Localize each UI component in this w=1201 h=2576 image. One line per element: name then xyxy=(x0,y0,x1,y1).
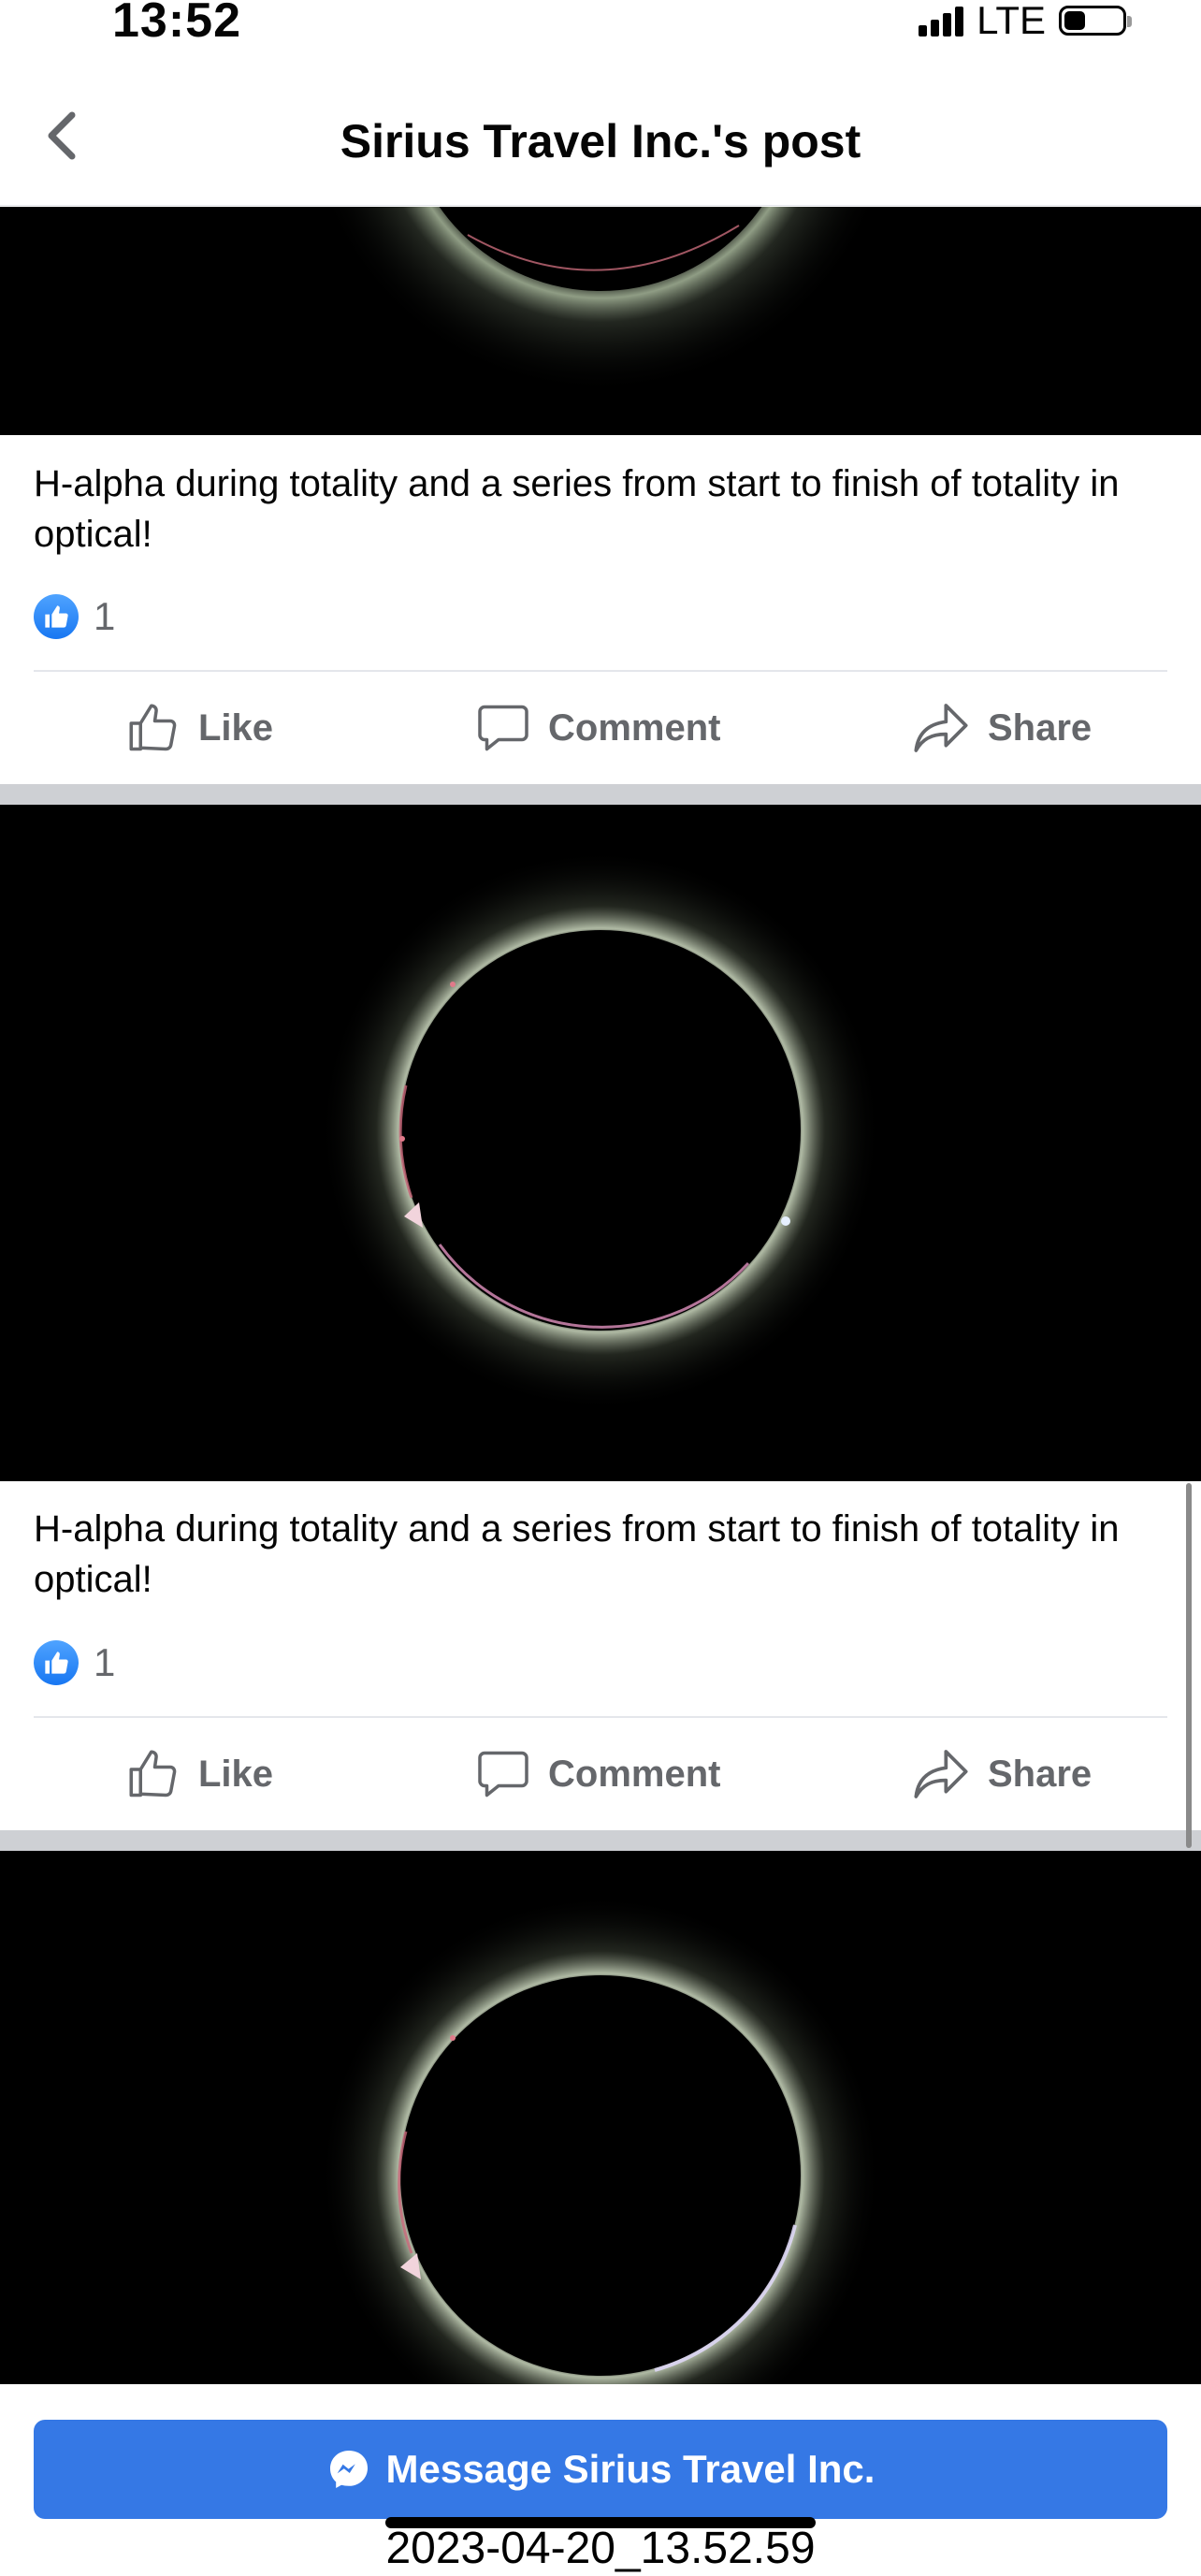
comment-icon xyxy=(478,1751,528,1797)
post-caption: H-alpha during totality and a series fro… xyxy=(34,463,1120,555)
battery-icon xyxy=(1059,6,1132,36)
reactions-summary[interactable]: 1 xyxy=(34,1639,115,1686)
like-label: Like xyxy=(198,706,274,749)
like-button[interactable]: Like xyxy=(125,1718,273,1830)
share-label: Share xyxy=(988,1753,1092,1795)
page-title: Sirius Travel Inc.'s post xyxy=(340,115,861,167)
network-type: LTE xyxy=(977,0,1046,42)
share-button[interactable]: Share xyxy=(911,1718,1092,1830)
comment-label: Comment xyxy=(548,706,721,749)
like-reaction-icon xyxy=(34,1640,79,1685)
comment-label: Comment xyxy=(548,1753,721,1795)
comment-button[interactable]: Comment xyxy=(475,1718,720,1830)
app-header: Sirius Travel Inc.'s post xyxy=(0,56,1201,206)
screenshot-timestamp: 2023-04-20_13.52.59 xyxy=(385,2524,816,2573)
status-indicators: LTE xyxy=(919,0,1132,42)
post-caption: H-alpha during totality and a series fro… xyxy=(34,1508,1120,1600)
reaction-count: 1 xyxy=(94,594,116,638)
status-time: 13:52 xyxy=(112,0,241,48)
thumbs-up-icon xyxy=(129,1750,177,1797)
eclipse-photo[interactable] xyxy=(0,805,1201,1481)
like-label: Like xyxy=(198,1753,274,1795)
like-button[interactable]: Like xyxy=(125,672,273,784)
eclipse-photo[interactable] xyxy=(0,207,1201,435)
comment-button[interactable]: Comment xyxy=(475,672,720,784)
messenger-icon xyxy=(326,2447,371,2492)
reaction-count: 1 xyxy=(94,1640,116,1684)
like-reaction-icon xyxy=(34,594,79,639)
section-separator xyxy=(0,784,1201,805)
share-button[interactable]: Share xyxy=(911,672,1092,784)
message-page-button[interactable]: Message Sirius Travel Inc. xyxy=(34,2420,1167,2519)
section-separator xyxy=(0,1830,1201,1851)
share-icon xyxy=(914,704,968,752)
share-label: Share xyxy=(988,706,1092,749)
eclipse-photo[interactable] xyxy=(0,1851,1201,2384)
post-action-bar: Like Comment Share xyxy=(0,1718,1201,1830)
thumbs-up-icon xyxy=(129,704,177,751)
share-icon xyxy=(914,1750,968,1798)
reactions-summary[interactable]: 1 xyxy=(34,593,115,640)
message-button-label: Message Sirius Travel Inc. xyxy=(385,2447,875,2491)
post-action-bar: Like Comment Share xyxy=(0,672,1201,784)
comment-icon xyxy=(478,705,528,751)
status-bar: 13:52 LTE xyxy=(0,0,1201,56)
scrollbar[interactable] xyxy=(1186,1483,1192,1848)
signal-strength-icon xyxy=(919,5,967,36)
